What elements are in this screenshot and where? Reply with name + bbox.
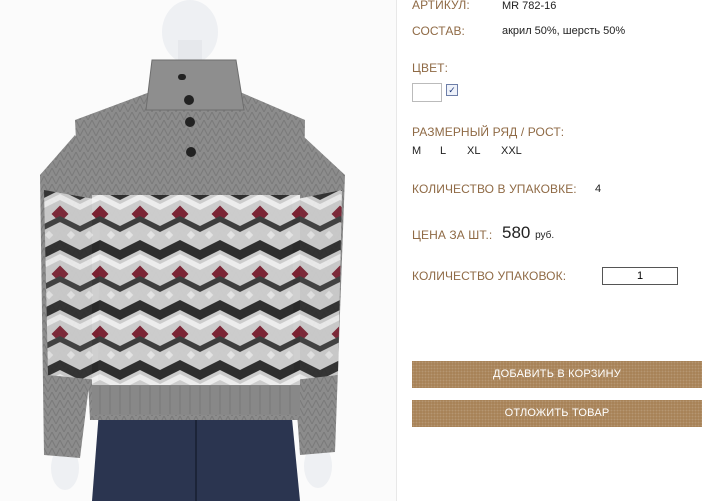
- size-item: XL: [467, 145, 481, 157]
- composition-label: СОСТАВ:: [412, 24, 465, 38]
- size-item: L: [440, 145, 447, 157]
- packs-quantity-input[interactable]: [602, 267, 678, 285]
- article-label: АРТИКУЛ:: [412, 0, 470, 12]
- size-item: XXL: [501, 145, 522, 157]
- price-value: 580: [502, 223, 531, 242]
- product-details: АРТИКУЛ: MR 782-16 СОСТАВ: акрил 50%, ше…: [412, 0, 703, 501]
- pack-qty-label: КОЛИЧЕСТВО В УПАКОВКЕ:: [412, 182, 577, 196]
- defer-product-button[interactable]: ОТЛОЖИТЬ ТОВАР: [412, 400, 702, 427]
- composition-value: акрил 50%, шерсть 50%: [502, 25, 626, 37]
- size-item: M: [412, 145, 422, 157]
- pack-qty-value: 4: [595, 183, 602, 195]
- sweater-illustration: [40, 0, 345, 501]
- packs-label: КОЛИЧЕСТВО УПАКОВОК:: [412, 269, 567, 283]
- price-label: ЦЕНА ЗА ШТ.:: [412, 228, 493, 242]
- price-unit: руб.: [535, 230, 555, 241]
- color-swatch[interactable]: [412, 83, 442, 102]
- add-to-cart-button[interactable]: ДОБАВИТЬ В КОРЗИНУ: [412, 361, 702, 388]
- color-label: ЦВЕТ:: [412, 61, 449, 75]
- color-checkbox[interactable]: ✓: [446, 84, 458, 96]
- size-label: РАЗМЕРНЫЙ РЯД / РОСТ:: [412, 125, 565, 139]
- product-image[interactable]: [0, 0, 397, 501]
- size-list: M L XL XXL: [412, 145, 522, 157]
- price: 580 руб.: [502, 223, 554, 243]
- article-value: MR 782-16: [502, 0, 557, 12]
